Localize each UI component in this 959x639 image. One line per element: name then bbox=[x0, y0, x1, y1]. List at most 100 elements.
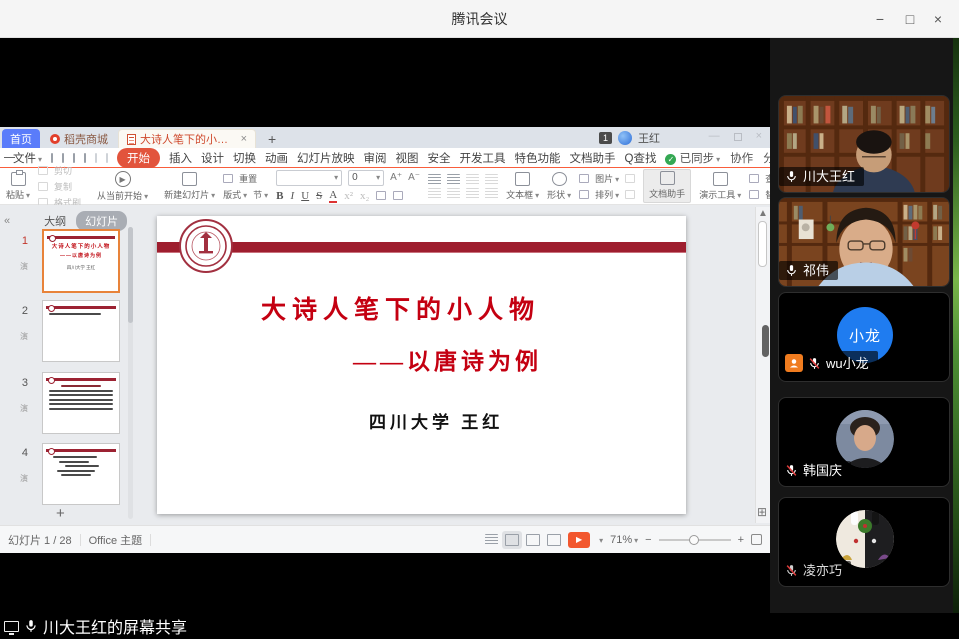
sorter-view-icon[interactable] bbox=[526, 534, 540, 546]
shape-button[interactable]: 形状 bbox=[547, 172, 571, 201]
preview-icon[interactable] bbox=[84, 153, 86, 163]
slideshow-play-button[interactable]: ▶ bbox=[568, 532, 590, 548]
menu-design[interactable]: 设计 bbox=[201, 150, 224, 166]
numbering-icon[interactable] bbox=[447, 188, 460, 199]
play-from-current-button[interactable]: ▶ 从当前开始 bbox=[97, 171, 148, 202]
save-icon[interactable] bbox=[51, 153, 53, 163]
wps-minimize-icon[interactable]: — bbox=[709, 130, 720, 142]
menu-start[interactable]: 开始 bbox=[117, 148, 160, 168]
menu-features[interactable]: 特色功能 bbox=[515, 150, 561, 166]
menu-find[interactable]: Q查找 bbox=[625, 150, 657, 166]
notes-icon[interactable] bbox=[485, 534, 498, 545]
tab-slides[interactable]: 幻灯片 bbox=[76, 211, 127, 231]
add-slide-button[interactable]: + bbox=[56, 505, 65, 522]
font-grow-button[interactable]: A⁺ bbox=[390, 172, 402, 183]
italic-button[interactable]: I bbox=[291, 190, 295, 202]
slide-thumbnail-3[interactable] bbox=[42, 372, 120, 434]
redo-icon[interactable] bbox=[106, 153, 108, 163]
chart-icon[interactable] bbox=[625, 174, 635, 183]
slide-thumbnail-4[interactable] bbox=[42, 443, 120, 505]
zoom-percent[interactable]: 71% bbox=[610, 534, 638, 546]
slide-canvas[interactable]: 大诗人笔下的小人物 ——以唐诗为例 四川大学 王红 bbox=[157, 216, 686, 514]
font-name-select[interactable] bbox=[276, 170, 342, 186]
menu-review[interactable]: 审阅 bbox=[364, 150, 387, 166]
new-slide-button[interactable]: 新建幻灯片 bbox=[164, 172, 215, 201]
font-size-select[interactable]: 0 bbox=[348, 170, 384, 186]
present-tools-button[interactable]: 演示工具 bbox=[699, 172, 741, 201]
section-button[interactable]: 节 bbox=[253, 188, 268, 201]
clear-format-icon[interactable] bbox=[376, 191, 386, 200]
collab-button[interactable]: 协作 bbox=[730, 150, 753, 166]
highlight-icon[interactable] bbox=[393, 191, 403, 200]
participant-tile-avatar[interactable]: 凌亦巧 bbox=[778, 497, 950, 587]
align-center-icon[interactable] bbox=[447, 174, 460, 185]
participant-tile-video[interactable]: 川大王红 bbox=[778, 95, 950, 193]
zoom-in-button[interactable]: + bbox=[738, 534, 744, 546]
play-options-caret[interactable] bbox=[597, 534, 603, 546]
indent-icon[interactable] bbox=[466, 188, 479, 199]
bullets-icon[interactable] bbox=[428, 188, 441, 199]
cut-button[interactable]: 剪切 bbox=[38, 164, 72, 177]
zoom-out-button[interactable]: − bbox=[645, 534, 651, 546]
tab-document[interactable]: 大诗人笔下的小人物.ppt × bbox=[118, 129, 256, 148]
font-shrink-button[interactable]: A⁻ bbox=[408, 172, 420, 183]
panel-collapse-icon[interactable]: « bbox=[4, 215, 10, 227]
bold-button[interactable]: B bbox=[276, 190, 283, 202]
album-icon[interactable] bbox=[625, 190, 635, 199]
output-icon[interactable] bbox=[62, 153, 64, 163]
maximize-button[interactable]: □ bbox=[895, 0, 925, 38]
zoom-slider-knob[interactable] bbox=[689, 535, 699, 545]
sync-status[interactable]: ✓ 已同步 bbox=[665, 150, 720, 166]
normal-view-icon[interactable] bbox=[505, 534, 519, 546]
minimize-button[interactable]: − bbox=[865, 0, 895, 38]
participant-tile-video[interactable]: 祁伟 bbox=[778, 197, 950, 287]
account-name[interactable]: 王红 bbox=[638, 130, 660, 146]
menu-animation[interactable]: 动画 bbox=[265, 150, 288, 166]
tab-close-icon[interactable]: × bbox=[241, 133, 247, 145]
menu-docassistant[interactable]: 文档助手 bbox=[570, 150, 616, 166]
slide-thumbnail-2[interactable] bbox=[42, 300, 120, 362]
menu-view[interactable]: 视图 bbox=[396, 150, 419, 166]
strike-button[interactable]: S bbox=[316, 190, 322, 202]
account-avatar[interactable] bbox=[618, 131, 632, 145]
align-right-icon[interactable] bbox=[466, 174, 479, 185]
print-icon[interactable] bbox=[73, 153, 75, 163]
canvas-scrollbar-thumb[interactable] bbox=[758, 221, 767, 267]
reset-button[interactable]: 重置 bbox=[223, 172, 257, 185]
align-left-icon[interactable] bbox=[428, 174, 441, 185]
picture-button[interactable]: 图片 bbox=[595, 172, 619, 185]
menu-slideshow[interactable]: 幻灯片放映 bbox=[297, 150, 355, 166]
menu-security[interactable]: 安全 bbox=[428, 150, 451, 166]
close-button[interactable]: × bbox=[923, 0, 953, 38]
zoom-slider[interactable] bbox=[659, 539, 731, 541]
overlay-scroll-thumb[interactable] bbox=[762, 325, 769, 357]
layout-button[interactable]: 版式 bbox=[223, 188, 247, 201]
tab-docer[interactable]: 稻壳商城 bbox=[42, 129, 116, 148]
notification-badge[interactable]: 1 bbox=[599, 132, 612, 144]
menu-transition[interactable]: 切换 bbox=[233, 150, 256, 166]
panel-scrollbar[interactable] bbox=[128, 227, 133, 323]
wps-restore-icon[interactable] bbox=[734, 133, 742, 141]
new-tab-button[interactable]: + bbox=[260, 129, 284, 148]
doc-assistant-button[interactable]: 文档助手 bbox=[643, 169, 691, 203]
textbox-button[interactable]: 文本框 bbox=[506, 172, 539, 201]
line-spacing-icon[interactable] bbox=[485, 188, 498, 199]
participant-tile-avatar[interactable]: 韩国庆 bbox=[778, 397, 950, 487]
fit-window-icon[interactable] bbox=[751, 534, 762, 545]
undo-icon[interactable] bbox=[95, 153, 97, 163]
wps-close-icon[interactable]: × bbox=[756, 130, 762, 142]
participant-tile-avatar[interactable]: 小龙 wu小龙 bbox=[778, 292, 950, 382]
tab-home[interactable]: 首页 bbox=[2, 129, 40, 148]
scroll-up-icon[interactable]: ▲ bbox=[758, 208, 768, 219]
arrange-button[interactable]: 排列 bbox=[595, 188, 619, 201]
subscript-button[interactable]: x₂ bbox=[360, 190, 369, 202]
underline-button[interactable]: U bbox=[301, 190, 309, 202]
menu-devtools[interactable]: 开发工具 bbox=[460, 150, 506, 166]
paste-button[interactable]: 粘贴 bbox=[6, 172, 30, 201]
superscript-button[interactable]: x² bbox=[344, 190, 353, 202]
reading-view-icon[interactable] bbox=[547, 534, 561, 546]
font-color-button[interactable]: A bbox=[329, 189, 337, 203]
theme-name[interactable]: Office 主题 bbox=[89, 532, 143, 548]
justify-icon[interactable] bbox=[485, 174, 498, 185]
copy-button[interactable]: 复制 bbox=[38, 180, 72, 193]
